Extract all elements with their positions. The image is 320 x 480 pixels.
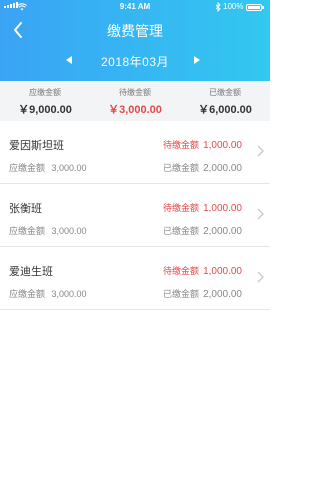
summary-value: ￥6,000.00 xyxy=(198,104,252,116)
class-name: 爱迪生班 xyxy=(9,266,53,278)
battery-icon xyxy=(246,4,264,11)
summary-due: 应缴金额 ￥9,000.00 xyxy=(0,81,90,121)
pending-amount: 待缴金额 1,000.00 xyxy=(163,140,242,151)
paid-amount: 已缴金额 2,000.00 xyxy=(163,226,242,237)
summary-label: 应缴金额 xyxy=(29,88,61,97)
due-amount: 应缴金额 3,000.00 xyxy=(9,289,87,299)
summary-value: ￥3,000.00 xyxy=(108,104,162,116)
triangle-right-icon xyxy=(194,56,200,64)
month-selector: 2018年03月 xyxy=(0,50,270,70)
due-amount: 应缴金额 3,000.00 xyxy=(9,226,87,236)
class-name: 爱因斯坦班 xyxy=(9,140,64,152)
header: 9:41 AM 100% 缴费管理 2018年03月 xyxy=(0,0,270,81)
summary-bar: 应缴金额 ￥9,000.00 待缴金额 ￥3,000.00 已缴金额 ￥6,00… xyxy=(0,81,270,121)
class-name: 张衡班 xyxy=(9,203,42,215)
pending-amount: 待缴金额 1,000.00 xyxy=(163,266,242,277)
pending-amount: 待缴金额 1,000.00 xyxy=(163,203,242,214)
status-bar: 9:41 AM 100% xyxy=(0,0,270,14)
class-list: 爱因斯坦班 应缴金额 3,000.00 待缴金额 1,000.00 已缴金额 2,0… xyxy=(0,121,270,310)
summary-value: ￥9,000.00 xyxy=(18,104,72,116)
list-item[interactable]: 爱因斯坦班 应缴金额 3,000.00 待缴金额 1,000.00 已缴金额 2,0… xyxy=(0,121,270,184)
list-item[interactable]: 张衡班 应缴金额 3,000.00 待缴金额 1,000.00 已缴金额 2,000… xyxy=(0,184,270,247)
paid-amount: 已缴金额 2,000.00 xyxy=(163,163,242,174)
paid-amount: 已缴金额 2,000.00 xyxy=(163,289,242,300)
summary-pending: 待缴金额 ￥3,000.00 xyxy=(90,81,180,121)
due-amount: 应缴金额 3,000.00 xyxy=(9,163,87,173)
chevron-right-icon xyxy=(257,145,264,157)
battery-percent: 100% xyxy=(223,2,244,11)
summary-paid: 已缴金额 ￥6,000.00 xyxy=(180,81,270,121)
page-title: 缴费管理 xyxy=(107,23,163,39)
current-month: 2018年03月 xyxy=(100,55,170,69)
summary-label: 待缴金额 xyxy=(119,88,151,97)
summary-label: 已缴金额 xyxy=(209,88,241,97)
next-month-button[interactable] xyxy=(190,54,204,66)
chevron-right-icon xyxy=(257,208,264,220)
list-item[interactable]: 爱迪生班 应缴金额 3,000.00 待缴金额 1,000.00 已缴金额 2,00… xyxy=(0,247,270,310)
chevron-right-icon xyxy=(257,271,264,283)
bluetooth-icon xyxy=(215,1,221,13)
